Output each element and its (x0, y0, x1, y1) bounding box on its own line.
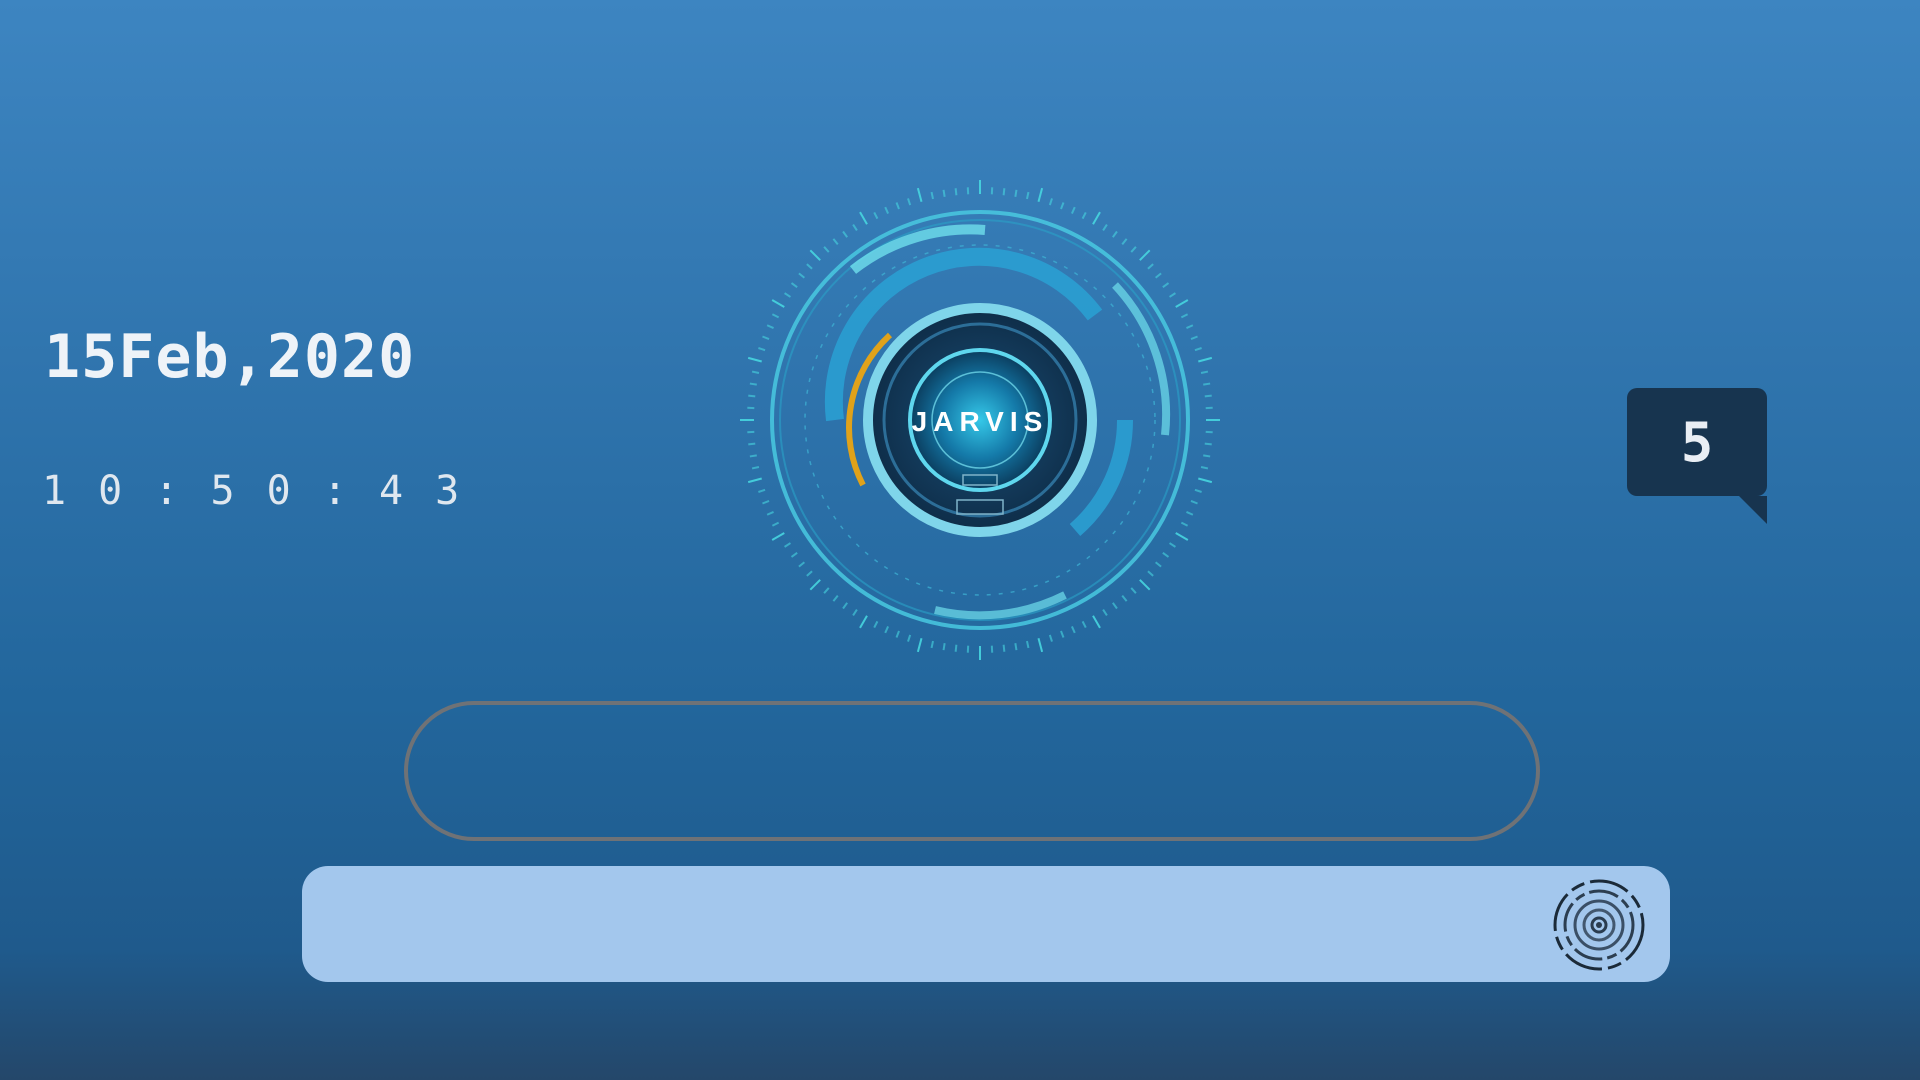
command-input-bar (302, 866, 1670, 982)
date-display: 15Feb,2020 (44, 322, 416, 392)
response-output-box (404, 701, 1540, 841)
jarvis-hud-icon[interactable]: JARVIS (735, 175, 1225, 665)
command-input[interactable] (332, 886, 1516, 964)
jarvis-title: JARVIS (912, 406, 1049, 437)
voice-activation-icon[interactable] (1552, 878, 1646, 972)
notification-count: 5 (1680, 410, 1714, 474)
notification-badge: 5 (1627, 388, 1767, 524)
time-display: 1 0 : 5 0 : 4 3 (42, 468, 464, 514)
